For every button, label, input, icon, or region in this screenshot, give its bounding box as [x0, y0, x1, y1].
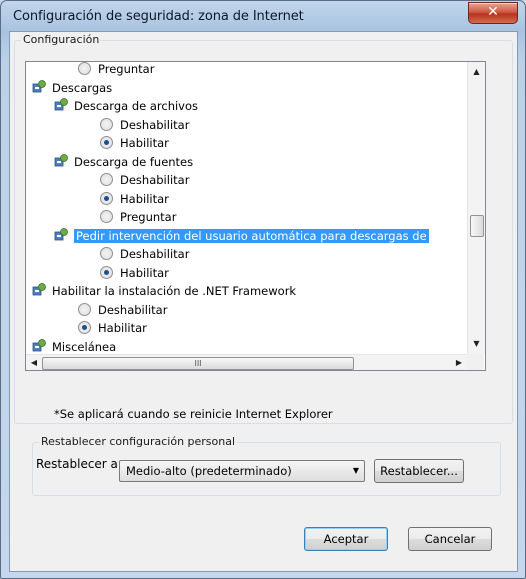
vertical-scrollbar[interactable]: ▲ ▼ — [467, 62, 485, 354]
setting-option[interactable]: Habilitar — [100, 134, 169, 152]
horizontal-scroll-thumb[interactable]: III — [42, 357, 354, 370]
window-title: Configuración de seguridad: zona de Inte… — [13, 9, 304, 24]
setting-option[interactable]: Deshabilitar — [100, 171, 189, 189]
cancel-button[interactable]: Cancelar — [408, 527, 492, 551]
setting-label: Descarga de fuentes — [74, 155, 194, 169]
setting-option[interactable]: Habilitar — [78, 319, 147, 337]
setting-option[interactable]: Preguntar — [78, 62, 154, 78]
settings-group-icon — [32, 79, 47, 94]
radio-button-icon[interactable] — [100, 247, 113, 260]
radio-button-icon[interactable] — [78, 303, 91, 316]
reset-level-value: Medio-alto (predeterminado) — [126, 464, 292, 478]
setting-category[interactable]: Pedir intervención del usuario automátic… — [54, 227, 429, 245]
setting-label: Habilitar — [120, 192, 169, 206]
horizontal-scrollbar[interactable]: ◀ III ▶ — [26, 354, 467, 370]
setting-option[interactable]: Deshabilitar — [100, 245, 189, 263]
settings-group-label: Configuración — [21, 33, 102, 46]
setting-label: Deshabilitar — [120, 173, 190, 187]
radio-button-icon[interactable] — [100, 173, 113, 186]
setting-label: Preguntar — [98, 62, 155, 76]
setting-category[interactable]: Descarga de fuentes — [54, 153, 193, 171]
setting-option[interactable]: Habilitar — [100, 264, 169, 282]
settings-group: Configuración Preguntar Descargas Descarga… — [14, 33, 513, 424]
radio-button-icon[interactable] — [78, 62, 91, 75]
setting-label: Deshabilitar — [98, 303, 168, 317]
scroll-up-icon[interactable]: ▲ — [468, 64, 485, 80]
dialog-body: Configuración Preguntar Descargas Descarga… — [9, 31, 518, 572]
reset-to-label: Restablecer a: — [36, 457, 122, 471]
setting-label: Preguntar — [120, 210, 177, 224]
security-settings-window: Configuración de seguridad: zona de Inte… — [0, 0, 526, 579]
title-bar[interactable]: Configuración de seguridad: zona de Inte… — [1, 1, 525, 31]
setting-option[interactable]: Deshabilitar — [100, 116, 189, 134]
setting-label: Descargas — [52, 81, 113, 95]
setting-category[interactable]: Descargas — [32, 79, 112, 97]
radio-button-icon[interactable] — [100, 266, 113, 279]
setting-label: Descarga de archivos — [74, 99, 199, 113]
scroll-down-icon[interactable]: ▼ — [468, 336, 485, 352]
scroll-right-icon[interactable]: ▶ — [451, 355, 467, 370]
setting-label: Habilitar la instalación de .NET Framewo… — [52, 284, 297, 298]
scroll-left-icon[interactable]: ◀ — [26, 355, 42, 370]
setting-label: Deshabilitar — [120, 247, 190, 261]
setting-category[interactable]: Miscelánea — [32, 338, 116, 354]
dropdown-arrow-icon[interactable]: ▼ — [353, 461, 359, 481]
setting-category[interactable]: Habilitar la instalación de .NET Framewo… — [32, 282, 296, 300]
radio-button-icon[interactable] — [78, 321, 91, 334]
settings-group-icon — [32, 338, 47, 353]
radio-button-icon[interactable] — [100, 136, 113, 149]
close-icon[interactable]: ✕ — [487, 4, 499, 20]
setting-option[interactable]: Habilitar — [100, 190, 169, 208]
restart-note: *Se aplicará cuando se reinicie Internet… — [54, 407, 333, 421]
settings-group-icon — [32, 282, 47, 297]
reset-button[interactable]: Restablecer... — [374, 459, 464, 483]
settings-list[interactable]: Preguntar Descargas Descarga de archivos De… — [25, 61, 486, 371]
radio-button-icon[interactable] — [100, 192, 113, 205]
setting-label: Deshabilitar — [120, 118, 190, 132]
setting-label: Habilitar — [98, 321, 147, 335]
setting-category[interactable]: Descarga de archivos — [54, 97, 198, 115]
vertical-scroll-thumb[interactable] — [470, 215, 484, 237]
scroll-grip-icon: III — [194, 359, 202, 368]
setting-label: Habilitar — [120, 136, 169, 150]
radio-button-icon[interactable] — [100, 118, 113, 131]
reset-level-select[interactable]: Medio-alto (predeterminado) ▼ — [119, 460, 365, 482]
radio-button-icon[interactable] — [100, 210, 113, 223]
settings-group-icon — [54, 153, 69, 168]
close-button[interactable]: ✕ — [468, 2, 518, 24]
ok-button[interactable]: Aceptar — [304, 527, 388, 551]
reset-group-label: Restablecer configuración personal — [39, 435, 238, 448]
settings-tree[interactable]: Preguntar Descargas Descarga de archivos De… — [26, 62, 467, 354]
settings-group-icon — [54, 97, 69, 112]
settings-group-icon — [54, 227, 69, 242]
setting-label: Pedir intervención del usuario automátic… — [74, 229, 429, 243]
setting-label: Habilitar — [120, 266, 169, 280]
setting-option[interactable]: Deshabilitar — [78, 301, 167, 319]
setting-label: Miscelánea — [52, 340, 117, 354]
scrollbar-corner — [467, 354, 484, 370]
setting-option[interactable]: Preguntar — [100, 208, 176, 226]
